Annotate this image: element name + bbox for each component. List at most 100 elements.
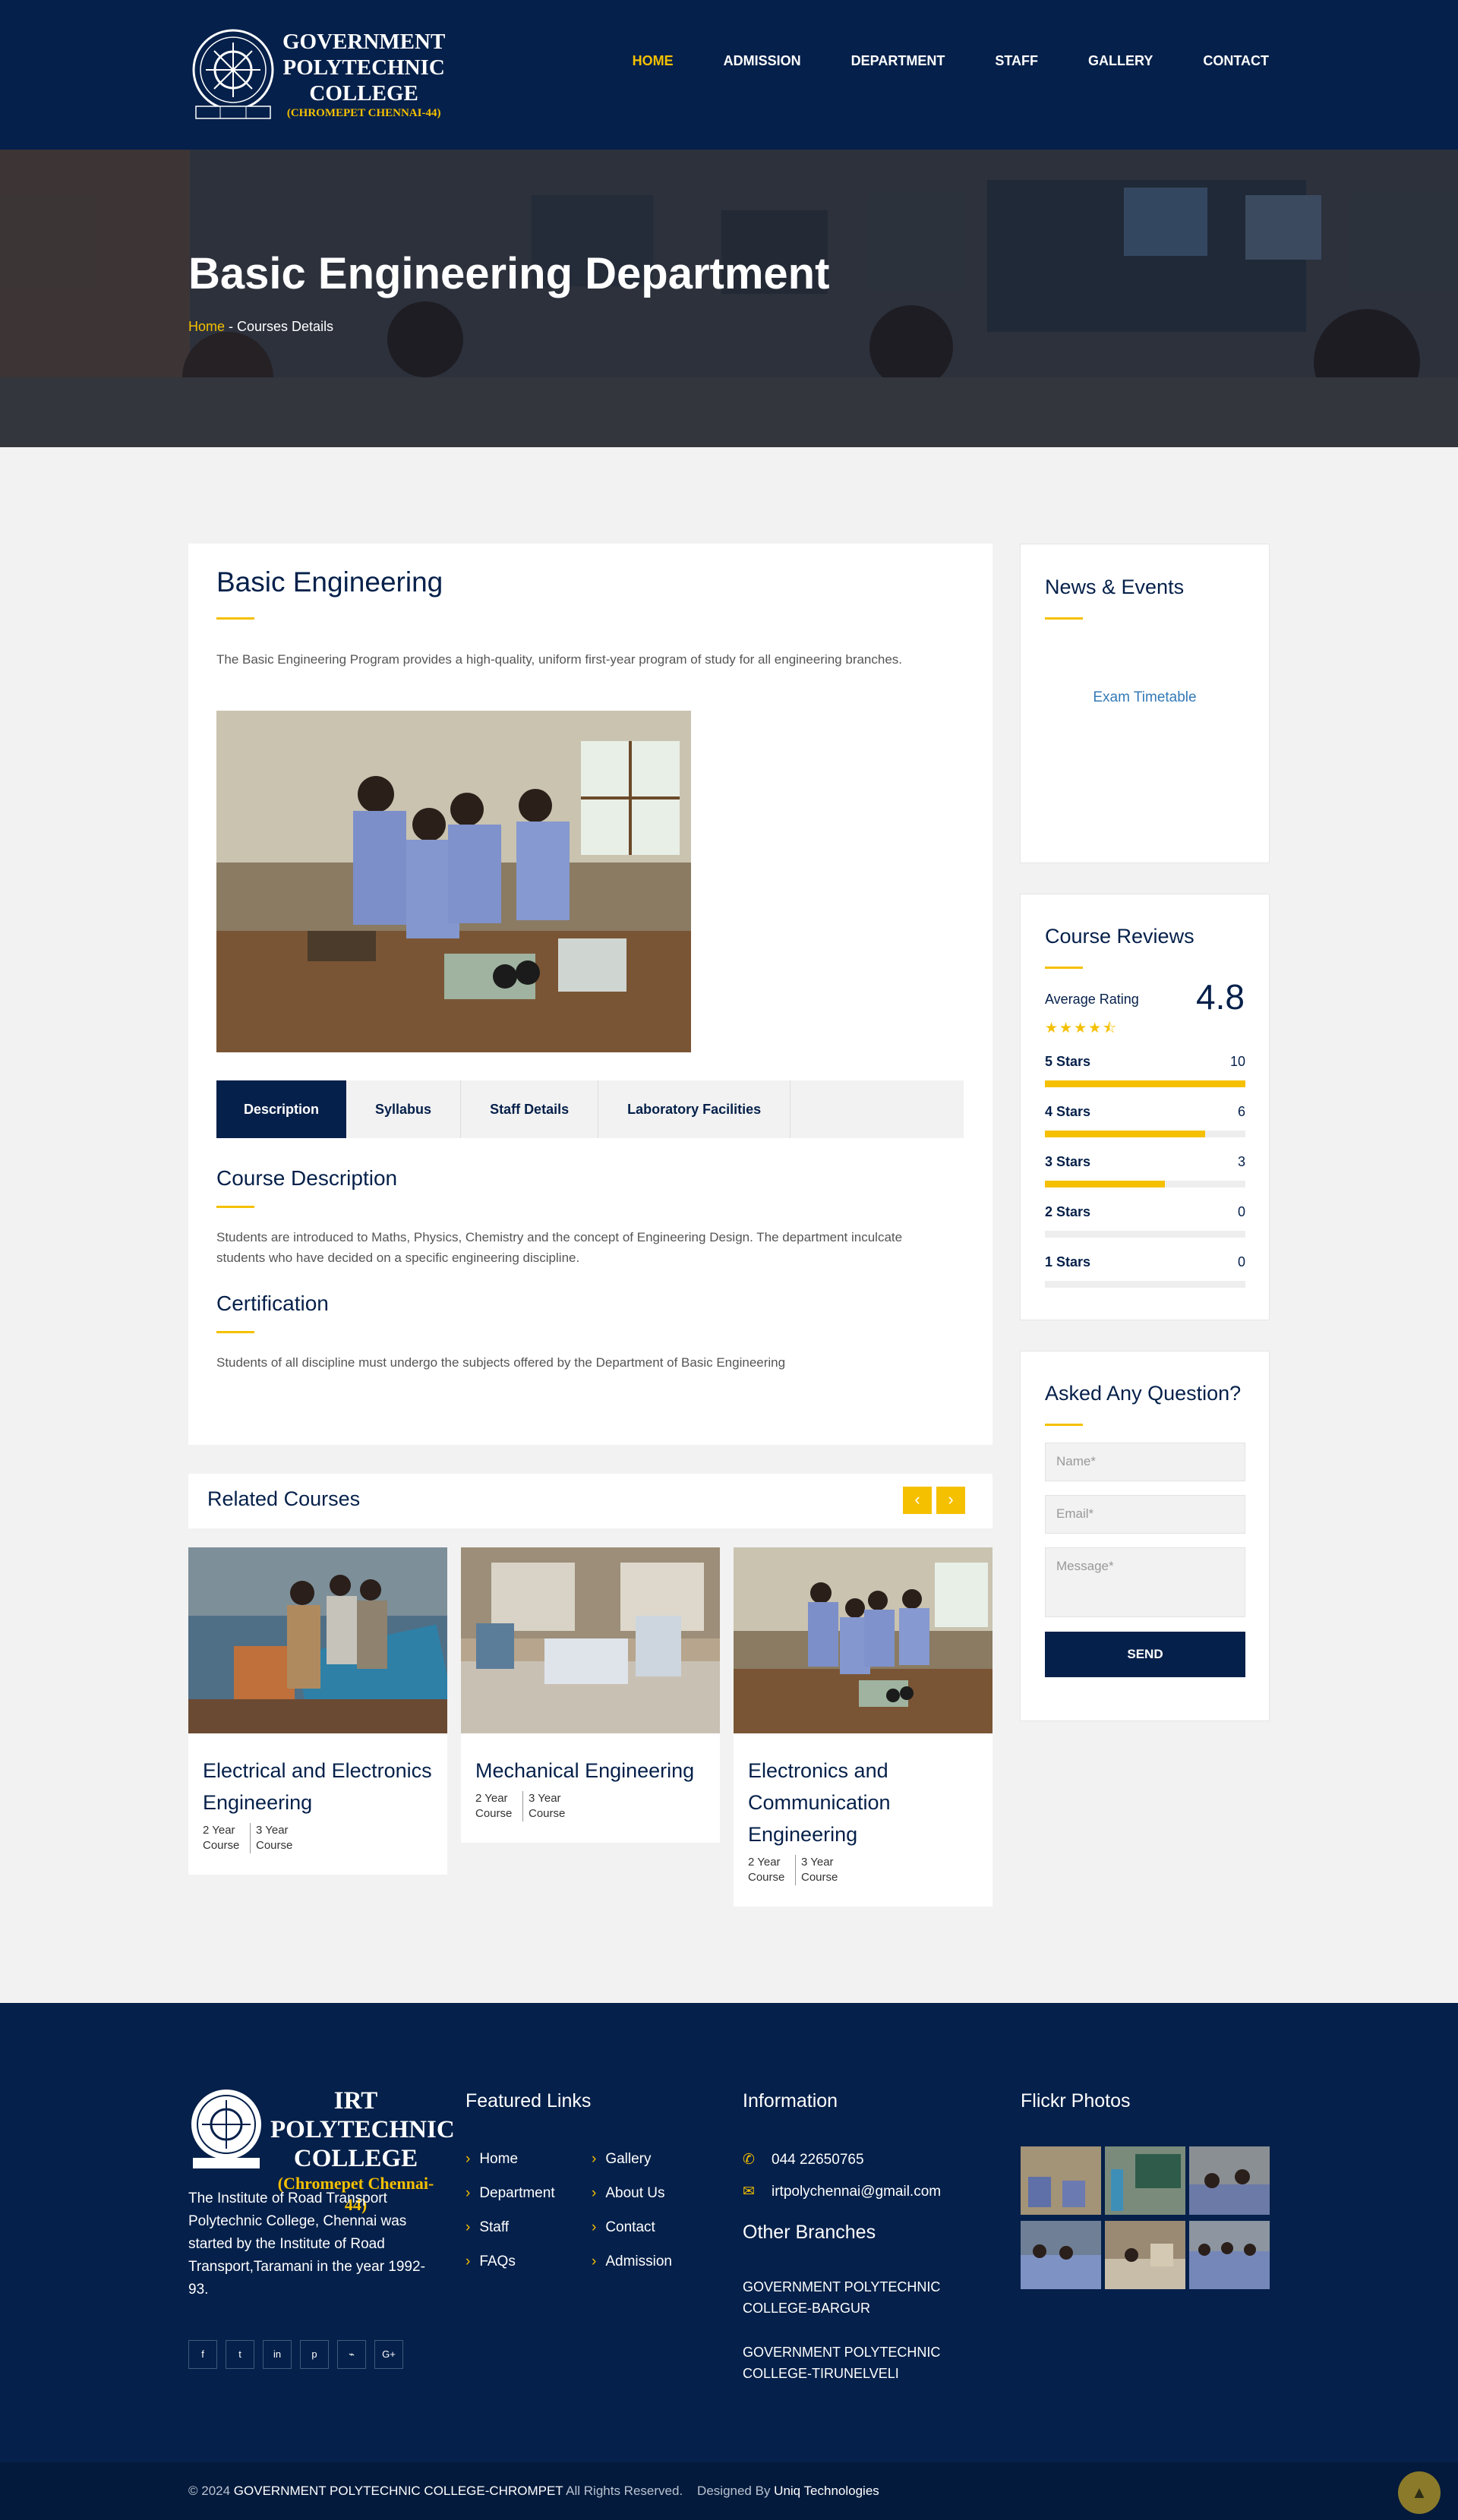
rating-bar bbox=[1045, 1231, 1245, 1238]
footer-link-staff[interactable]: › Staff bbox=[465, 2219, 509, 2236]
rating-row-4: 4 Stars 6 bbox=[1045, 1104, 1245, 1137]
email-field[interactable]: Email* bbox=[1045, 1495, 1245, 1534]
linkedin-icon[interactable]: in bbox=[263, 2340, 292, 2369]
course-card-title[interactable]: Mechanical Engineering bbox=[461, 1733, 720, 1791]
course-card-meta: 2 Year Course 3 Year Course bbox=[461, 1791, 720, 1843]
footer-link-gallery[interactable]: › Gallery bbox=[592, 2151, 652, 2168]
carousel-next-button[interactable]: › bbox=[936, 1487, 965, 1514]
message-field[interactable]: Message* bbox=[1045, 1547, 1245, 1617]
average-rating-label: Average Rating bbox=[1045, 992, 1139, 1007]
flickr-photo[interactable] bbox=[1105, 2221, 1185, 2289]
flickr-photo[interactable] bbox=[1105, 2146, 1185, 2215]
rating-label: 3 Stars bbox=[1045, 1154, 1091, 1169]
nav-gallery[interactable]: GALLERY bbox=[1088, 47, 1153, 74]
question-underline bbox=[1045, 1424, 1083, 1426]
course-meta-2year: 2 Year Course bbox=[748, 1856, 785, 1884]
phone-icon: ✆ bbox=[743, 2152, 755, 2168]
phone-number: 044 22650765 bbox=[772, 2152, 864, 2168]
send-button[interactable]: SEND bbox=[1045, 1632, 1245, 1677]
course-card-image bbox=[188, 1547, 447, 1733]
site-footer: IRT POLYTECHNIC COLLEGE (Chromepet Chenn… bbox=[0, 2003, 1458, 2462]
twitter-icon[interactable]: t bbox=[226, 2340, 254, 2369]
facebook-icon[interactable]: f bbox=[188, 2340, 217, 2369]
logo-line-2: POLYTECHNIC bbox=[282, 55, 445, 80]
footer-logo-line-1: IRT POLYTECHNIC bbox=[270, 2087, 455, 2143]
footer-link-label: About Us bbox=[605, 2185, 665, 2201]
course-image bbox=[216, 711, 691, 1052]
rating-label: 2 Stars bbox=[1045, 1204, 1091, 1219]
footer-link-label: Home bbox=[479, 2151, 519, 2167]
footer-link-admission[interactable]: › Admission bbox=[592, 2253, 672, 2270]
rating-bar bbox=[1045, 1080, 1245, 1087]
tab-description[interactable]: Description bbox=[216, 1080, 347, 1138]
designer-link[interactable]: Uniq Technologies bbox=[774, 2484, 879, 2498]
footer-link-label: Admission bbox=[605, 2253, 672, 2269]
email-address: irtpolychennai@gmail.com bbox=[772, 2184, 942, 2200]
nav-department[interactable]: DEPARTMENT bbox=[851, 47, 945, 74]
nav-staff[interactable]: STAFF bbox=[995, 47, 1038, 74]
rating-count: 0 bbox=[1237, 1254, 1245, 1269]
copyright-bar: © 2024 GOVERNMENT POLYTECHNIC COLLEGE-CH… bbox=[0, 2462, 1458, 2520]
rating-label: 1 Stars bbox=[1045, 1254, 1091, 1269]
rating-bar-fill bbox=[1045, 1080, 1245, 1087]
rating-row-3: 3 Stars 3 bbox=[1045, 1154, 1245, 1187]
rating-count: 3 bbox=[1237, 1154, 1245, 1169]
footer-email[interactable]: ✉ irtpolychennai@gmail.com bbox=[743, 2183, 941, 2200]
breadcrumb: Home - Courses Details bbox=[188, 319, 333, 335]
tab-syllabus[interactable]: Syllabus bbox=[346, 1080, 462, 1138]
course-card-mechanical[interactable]: Mechanical Engineering 2 Year Course 3 Y… bbox=[461, 1547, 720, 1843]
course-card-ece[interactable]: Electronics and Communication Engineerin… bbox=[734, 1547, 993, 1907]
footer-link-home[interactable]: › Home bbox=[465, 2151, 518, 2168]
footer-link-label: Gallery bbox=[605, 2151, 652, 2167]
flickr-photo[interactable] bbox=[1189, 2221, 1270, 2289]
chevron-right-icon: › bbox=[465, 2151, 471, 2167]
scroll-to-top-button[interactable]: ▲ bbox=[1398, 2471, 1441, 2514]
rating-row-5: 5 Stars 10 bbox=[1045, 1054, 1245, 1087]
flickr-photo[interactable] bbox=[1189, 2146, 1270, 2215]
carousel-prev-button[interactable]: ‹ bbox=[903, 1487, 932, 1514]
footer-link-contact[interactable]: › Contact bbox=[592, 2219, 655, 2236]
logo-subtitle: (CHROMEPET CHENNAI-44) bbox=[286, 106, 441, 119]
nav-admission[interactable]: ADMISSION bbox=[724, 47, 801, 74]
google-plus-icon[interactable]: G+ bbox=[374, 2340, 403, 2369]
chevron-right-icon: › bbox=[592, 2151, 597, 2167]
question-title: Asked Any Question? bbox=[1045, 1382, 1242, 1405]
description-heading: Course Description bbox=[216, 1166, 398, 1190]
college-seal-icon bbox=[188, 27, 278, 121]
nav-contact[interactable]: CONTACT bbox=[1203, 47, 1269, 74]
footer-logo-line-2: COLLEGE bbox=[293, 2145, 418, 2172]
footer-logo[interactable]: IRT POLYTECHNIC COLLEGE (Chromepet Chenn… bbox=[188, 2086, 455, 2214]
course-card-meta: 2 Year Course 3 Year Course bbox=[734, 1855, 993, 1907]
nav-home[interactable]: HOME bbox=[633, 47, 674, 74]
tab-laboratory-facilities[interactable]: Laboratory Facilities bbox=[598, 1080, 791, 1138]
copyright-prefix: © 2024 bbox=[188, 2484, 234, 2498]
rating-row-2: 2 Stars 0 bbox=[1045, 1204, 1245, 1238]
footer-link-faqs[interactable]: › FAQs bbox=[465, 2253, 516, 2270]
description-underline bbox=[216, 1206, 254, 1208]
course-card-title[interactable]: Electronics and Communication Engineerin… bbox=[734, 1733, 993, 1855]
logo-line-1: GOVERNMENT bbox=[282, 29, 446, 54]
exam-timetable-link[interactable]: Exam Timetable bbox=[1021, 689, 1269, 706]
other-branches-title: Other Branches bbox=[743, 2222, 876, 2243]
tab-staff-details[interactable]: Staff Details bbox=[461, 1080, 599, 1138]
footer-link-department[interactable]: › Department bbox=[465, 2185, 555, 2202]
footer-link-label: Contact bbox=[605, 2219, 655, 2235]
course-tabs: Description Syllabus Staff Details Labor… bbox=[216, 1080, 964, 1138]
flickr-photos-title: Flickr Photos bbox=[1021, 2090, 1131, 2112]
flickr-photo[interactable] bbox=[1021, 2146, 1101, 2215]
rating-count: 10 bbox=[1229, 1054, 1245, 1069]
branch-bargur-link[interactable]: GOVERNMENT POLYTECHNIC COLLEGE-BARGUR bbox=[743, 2276, 955, 2319]
breadcrumb-home[interactable]: Home bbox=[188, 319, 225, 334]
course-intro: The Basic Engineering Program provides a… bbox=[216, 652, 903, 667]
flickr-photo[interactable] bbox=[1021, 2221, 1101, 2289]
course-card-eee[interactable]: Electrical and Electronics Engineering 2… bbox=[188, 1547, 447, 1875]
college-logo[interactable]: GOVERNMENT POLYTECHNIC COLLEGE (CHROMEPE… bbox=[188, 23, 445, 125]
rss-icon[interactable]: ⌁ bbox=[337, 2340, 366, 2369]
branch-tirunelveli-link[interactable]: GOVERNMENT POLYTECHNIC COLLEGE-TIRUNELVE… bbox=[743, 2342, 955, 2384]
name-field[interactable]: Name* bbox=[1045, 1443, 1245, 1481]
rating-bar bbox=[1045, 1181, 1245, 1187]
pinterest-icon[interactable]: p bbox=[300, 2340, 329, 2369]
logo-line-3: COLLEGE bbox=[309, 80, 418, 106]
course-card-title[interactable]: Electrical and Electronics Engineering bbox=[188, 1733, 447, 1823]
footer-link-about-us[interactable]: › About Us bbox=[592, 2185, 664, 2202]
